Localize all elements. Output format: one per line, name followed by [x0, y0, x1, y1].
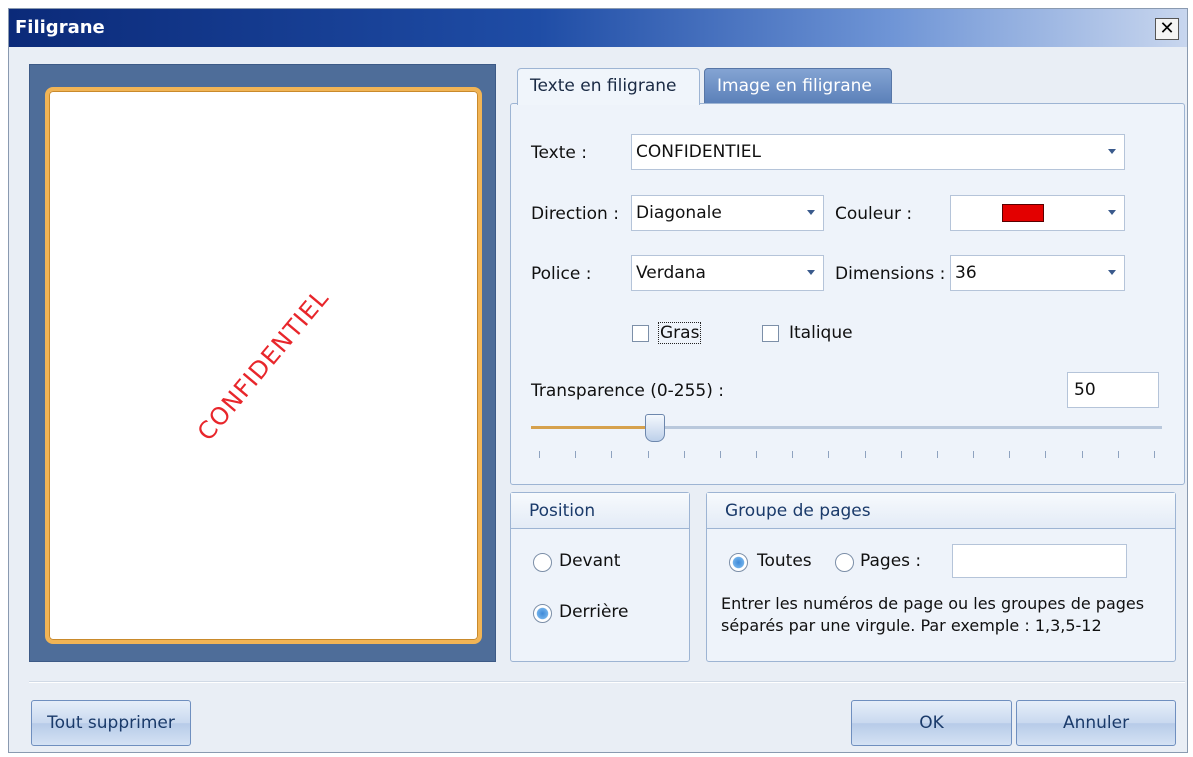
- bold-label[interactable]: Gras: [658, 322, 702, 344]
- chevron-down-icon: [807, 270, 815, 275]
- slider-tick: [539, 451, 540, 458]
- behind-label[interactable]: Derrière: [559, 602, 629, 622]
- chevron-down-icon: [1108, 210, 1116, 215]
- color-swatch: [1002, 204, 1044, 222]
- direction-label: Direction :: [531, 204, 619, 224]
- transparency-slider-thumb[interactable]: [644, 414, 665, 442]
- all-pages-label[interactable]: Toutes: [757, 551, 812, 571]
- italic-label[interactable]: Italique: [789, 323, 853, 343]
- size-combo[interactable]: 36: [950, 255, 1125, 291]
- slider-tick: [683, 451, 685, 458]
- slider-tick: [900, 451, 902, 458]
- tab-image-watermark[interactable]: Image en filigrane: [704, 68, 892, 105]
- slider-tick: [647, 451, 649, 458]
- slider-tick: [719, 451, 721, 458]
- transparency-input[interactable]: 50: [1067, 372, 1159, 408]
- slider-tick: [973, 451, 975, 458]
- radio-all-pages[interactable]: [729, 553, 748, 572]
- chevron-down-icon: [807, 210, 815, 215]
- transparency-slider-fill: [531, 426, 655, 429]
- pages-hint: Entrer les numéros de page ou les groupe…: [721, 594, 1145, 635]
- title-bar: Filigrane ✕: [9, 9, 1187, 47]
- pages-input[interactable]: [952, 544, 1127, 578]
- color-label: Couleur :: [835, 204, 913, 224]
- size-label: Dimensions :: [835, 264, 946, 284]
- text-watermark-panel: Texte : CONFIDENTIEL Direction : Diagona…: [510, 103, 1185, 485]
- cancel-button[interactable]: Annuler: [1016, 700, 1176, 746]
- separator: [29, 681, 1185, 683]
- slider-tick: [1117, 451, 1119, 458]
- position-group: Position Devant Derrière: [510, 492, 690, 662]
- radio-pages[interactable]: [835, 553, 854, 572]
- slider-tick: [1045, 451, 1047, 458]
- pages-label[interactable]: Pages :: [860, 551, 921, 571]
- front-label[interactable]: Devant: [559, 551, 620, 571]
- slider-tick: [864, 451, 866, 458]
- slider-tick: [1009, 451, 1011, 458]
- page-group-title: Groupe de pages: [707, 493, 1175, 529]
- ok-button[interactable]: OK: [851, 700, 1012, 746]
- size-value: 36: [955, 263, 977, 283]
- direction-combo[interactable]: Diagonale: [631, 195, 824, 231]
- watermark-dialog: Filigrane ✕ CONFIDENTIEL Texte en filigr…: [8, 8, 1188, 753]
- position-group-title: Position: [511, 493, 689, 529]
- slider-tick: [792, 451, 794, 458]
- watermark-preview-text: CONFIDENTIEL: [191, 283, 335, 447]
- direction-value: Diagonale: [636, 203, 722, 223]
- color-combo[interactable]: [950, 195, 1125, 231]
- preview-panel: CONFIDENTIEL: [29, 64, 496, 662]
- tab-text-watermark[interactable]: Texte en filigrane: [517, 68, 700, 105]
- chevron-down-icon: [1108, 149, 1116, 154]
- transparency-label: Transparence (0-255) :: [531, 381, 724, 401]
- slider-tick: [756, 451, 758, 458]
- page-preview: CONFIDENTIEL: [45, 87, 482, 644]
- slider-tick: [611, 451, 613, 458]
- slider-tick: [936, 451, 938, 458]
- bold-checkbox[interactable]: [632, 325, 649, 342]
- slider-tick: [828, 451, 830, 458]
- close-button[interactable]: ✕: [1155, 18, 1179, 40]
- font-combo[interactable]: Verdana: [631, 255, 824, 291]
- chevron-down-icon: [1108, 270, 1116, 275]
- radio-front[interactable]: [533, 553, 552, 572]
- slider-tick: [1154, 451, 1155, 458]
- dialog-title: Filigrane: [15, 17, 105, 38]
- slider-tick: [575, 451, 577, 458]
- radio-behind[interactable]: [533, 604, 552, 623]
- italic-checkbox[interactable]: [762, 325, 779, 342]
- slider-tick: [1081, 451, 1083, 458]
- text-label: Texte :: [531, 143, 587, 163]
- font-label: Police :: [531, 264, 592, 284]
- clear-all-button[interactable]: Tout supprimer: [31, 700, 191, 746]
- transparency-slider-track[interactable]: [531, 426, 1162, 429]
- text-combo-value: CONFIDENTIEL: [636, 142, 761, 162]
- text-combo[interactable]: CONFIDENTIEL: [631, 134, 1125, 170]
- font-value: Verdana: [636, 263, 706, 283]
